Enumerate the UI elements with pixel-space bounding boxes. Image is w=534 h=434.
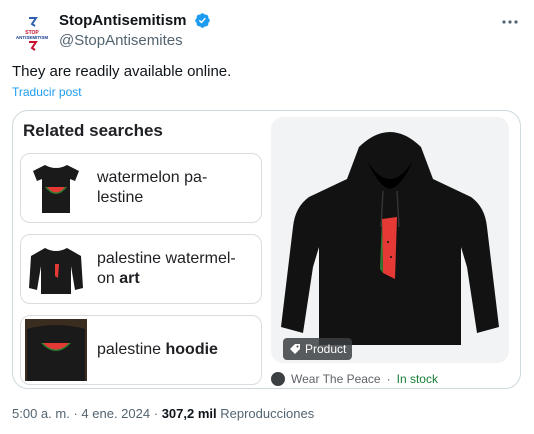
seller-icon bbox=[271, 372, 285, 386]
verified-icon bbox=[195, 13, 210, 29]
related-search-card: watermelon pa-lestine bbox=[20, 153, 262, 223]
handle[interactable]: @StopAntisemites bbox=[59, 32, 211, 49]
tweet-header: STOP ANTISEMITISM StopAntisemitism @Stop… bbox=[12, 8, 522, 52]
tag-icon bbox=[290, 344, 300, 354]
avatar[interactable]: STOP ANTISEMITISM bbox=[12, 12, 52, 52]
more-icon[interactable] bbox=[500, 12, 520, 32]
related-search-card: palestine watermel-on art bbox=[20, 234, 262, 304]
product-badge: Product bbox=[283, 338, 353, 360]
seller-row: Wear The Peace · In stock bbox=[271, 372, 438, 386]
tweet-date[interactable]: 4 ene. 2024 bbox=[81, 406, 150, 421]
related-search-text: watermelon pa-lestine bbox=[97, 169, 208, 206]
related-searches-title: Related searches bbox=[23, 121, 163, 140]
related-search-card: palestine hoodie bbox=[20, 315, 262, 385]
tweet-image[interactable]: Related searches watermelon pa-lestine p… bbox=[12, 110, 521, 389]
tweet-meta: 5:00 a. m. · 4 ene. 2024 · 307,2 mil Rep… bbox=[12, 406, 315, 421]
view-count: 307,2 mil bbox=[161, 406, 217, 421]
tweet-time[interactable]: 5:00 a. m. bbox=[12, 406, 70, 421]
hoodie-thumbnail bbox=[25, 319, 87, 381]
related-search-text: palestine watermel-on art bbox=[97, 250, 236, 287]
hoodie-image bbox=[281, 132, 499, 345]
seller-name: Wear The Peace bbox=[291, 372, 381, 386]
sweatshirt-thumbnail bbox=[29, 248, 83, 294]
tshirt-thumbnail bbox=[33, 165, 79, 213]
logo-icon: STOP ANTISEMITISM bbox=[16, 17, 49, 51]
product-image: Product bbox=[271, 117, 509, 363]
related-search-text: palestine hoodie bbox=[97, 341, 218, 358]
translate-link[interactable]: Traducir post bbox=[12, 85, 82, 99]
tweet-text: They are readily available online. bbox=[12, 63, 232, 80]
stock-status: In stock bbox=[396, 372, 438, 386]
display-name[interactable]: StopAntisemitism bbox=[59, 12, 187, 29]
svg-text:ANTISEMITISM: ANTISEMITISM bbox=[16, 35, 49, 40]
views-label: Reproducciones bbox=[220, 406, 315, 421]
